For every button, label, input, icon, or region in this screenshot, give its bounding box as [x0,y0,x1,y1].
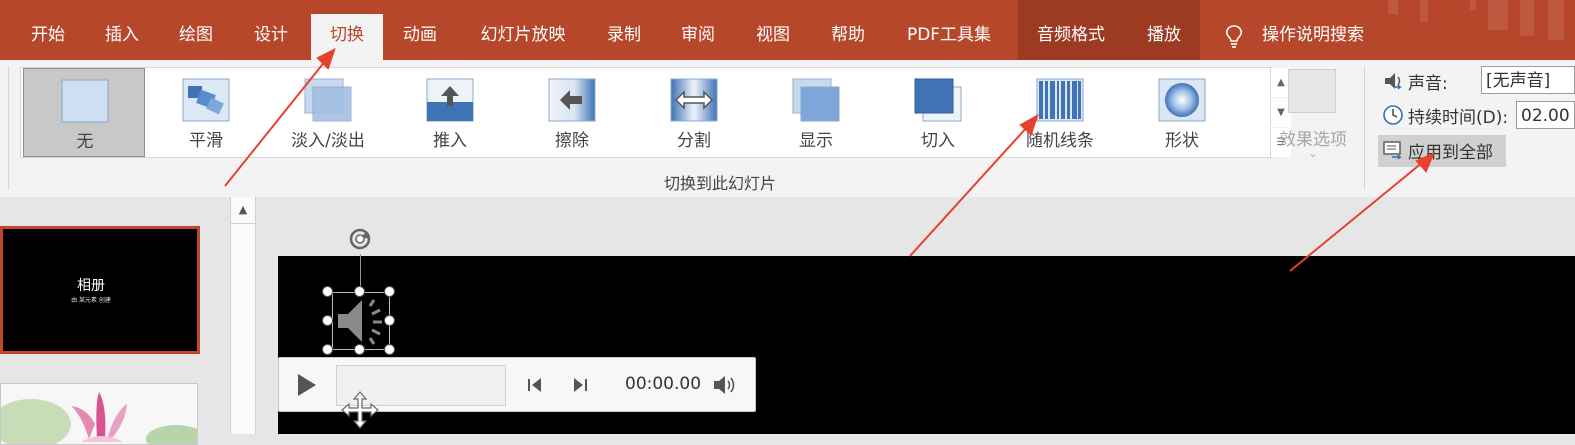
transition-label: 擦除 [555,131,589,151]
apply-to-all-icon [1383,141,1402,160]
resize-handle[interactable] [322,286,333,297]
resize-handle[interactable] [322,315,333,326]
speaker-icon [332,292,390,350]
tab-animations[interactable]: 动画 [390,14,450,60]
tab-draw[interactable]: 绘图 [166,14,226,60]
decoration-bar [1520,0,1534,36]
transition-none[interactable]: 无 [23,68,145,157]
cut-transition-icon [914,78,962,122]
ribbon-separator [1364,66,1365,190]
duration-label: 持续时间(D): [1408,108,1509,128]
shape-transition-icon [1158,78,1206,122]
transition-push[interactable]: 推入 [389,68,511,157]
transition-label: 分割 [677,131,711,151]
transition-shape[interactable]: 形状 [1121,68,1243,157]
volume-icon[interactable] [712,373,738,397]
media-time-display: 00:00.00 [625,374,702,394]
transition-reveal[interactable]: 显示 [755,68,877,157]
transition-fade[interactable]: 淡入/淡出 [267,68,389,157]
transition-label: 显示 [799,131,833,151]
slide-thumbnail-subtitle: 由 某元素 创建 [71,297,111,304]
effect-options-icon [1288,69,1336,113]
tab-pdf-tools[interactable]: PDF工具集 [893,14,1005,60]
transition-split[interactable]: 分割 [633,68,755,157]
chevron-down-icon: ⌄ [1308,147,1318,160]
tab-review[interactable]: 审阅 [668,14,728,60]
tab-transitions[interactable]: 切换 [311,14,383,60]
move-cursor-icon [341,391,379,429]
transition-random-bars[interactable]: 随机线条 [999,68,1121,157]
sound-label: 声音: [1408,74,1448,94]
tab-playback[interactable]: 播放 [1134,14,1194,60]
resize-handle[interactable] [354,344,365,355]
tab-home[interactable]: 开始 [18,14,78,60]
resize-handle[interactable] [384,344,395,355]
transition-gallery: 无 平滑 淡入/淡出 推入 擦除 分割 显示 切入 随机线条 形状 ▲ ▼ ☰ [20,67,1291,158]
wipe-transition-icon [548,78,596,122]
tell-me-search[interactable]: 操作说明搜索 [1220,14,1390,60]
transition-label: 形状 [1165,131,1199,151]
step-back-icon[interactable] [525,375,545,395]
split-transition-icon [670,78,718,122]
lotus-flower-image [1,384,197,444]
thumbnail-scrollbar[interactable]: ▲ [230,197,256,434]
random-bars-transition-icon [1036,78,1084,122]
transition-label: 随机线条 [1026,131,1094,151]
step-forward-icon[interactable] [570,375,590,395]
scroll-up-arrow[interactable]: ▲ [231,197,255,224]
tab-slide-show[interactable]: 幻灯片放映 [466,14,580,60]
decoration-bar [1488,0,1508,30]
push-transition-icon [426,78,474,122]
tab-insert[interactable]: 插入 [92,14,152,60]
decoration-bar [1470,0,1476,10]
effect-options-button[interactable]: 效果选项 ⌄ [1277,67,1349,163]
none-transition-icon [61,79,109,123]
slide-thumbnail-2[interactable] [0,383,198,445]
apply-to-all-label: 应用到全部 [1408,143,1493,163]
tell-me-label: 操作说明搜索 [1262,25,1364,45]
audio-object[interactable] [332,292,390,350]
tab-design[interactable]: 设计 [241,14,301,60]
fade-transition-icon [304,78,352,122]
speaker-sound-icon [1385,73,1402,90]
rotate-handle-icon[interactable] [345,226,375,256]
tab-help[interactable]: 帮助 [818,14,878,60]
transition-morph[interactable]: 平滑 [145,68,267,157]
transition-label: 切入 [921,131,955,151]
tab-view[interactable]: 视图 [743,14,803,60]
transition-cut[interactable]: 切入 [877,68,999,157]
sound-select[interactable]: [无声音] [1481,66,1575,94]
ribbon-tab-bar: 开始 插入 绘图 设计 切换 动画 幻灯片放映 录制 审阅 视图 帮助 PDF工… [0,0,1575,60]
morph-transition-icon [182,78,230,122]
resize-handle[interactable] [322,344,333,355]
duration-input[interactable]: 02.00 [1516,101,1575,129]
reveal-transition-icon [792,78,840,122]
transition-label: 淡入/淡出 [291,131,365,151]
play-icon[interactable] [293,372,319,398]
slide-thumbnail-title: 相册 [77,278,105,294]
decoration-bar [1420,0,1428,22]
decoration-bar [1548,0,1564,40]
clock-icon [1383,105,1403,125]
slide-thumbnail-1[interactable]: 相册 由 某元素 创建 [0,226,200,354]
ribbon-panel: 无 平滑 淡入/淡出 推入 擦除 分割 显示 切入 随机线条 形状 ▲ ▼ ☰ … [0,60,1575,198]
tab-record[interactable]: 录制 [594,14,654,60]
resize-handle[interactable] [384,315,395,326]
decoration-bar [1388,0,1398,14]
ribbon-separator [8,66,9,190]
lightbulb-icon [1225,25,1243,48]
tab-audio-format[interactable]: 音频格式 [1026,14,1116,60]
resize-handle[interactable] [384,286,395,297]
apply-to-all-button[interactable]: 应用到全部 [1378,135,1506,167]
group-label-transition: 切换到此幻灯片 [663,174,776,193]
resize-handle[interactable] [354,286,365,297]
transition-label: 无 [76,132,94,152]
transition-label: 平滑 [189,131,223,151]
transition-label: 推入 [433,131,467,151]
transition-wipe[interactable]: 擦除 [511,68,633,157]
